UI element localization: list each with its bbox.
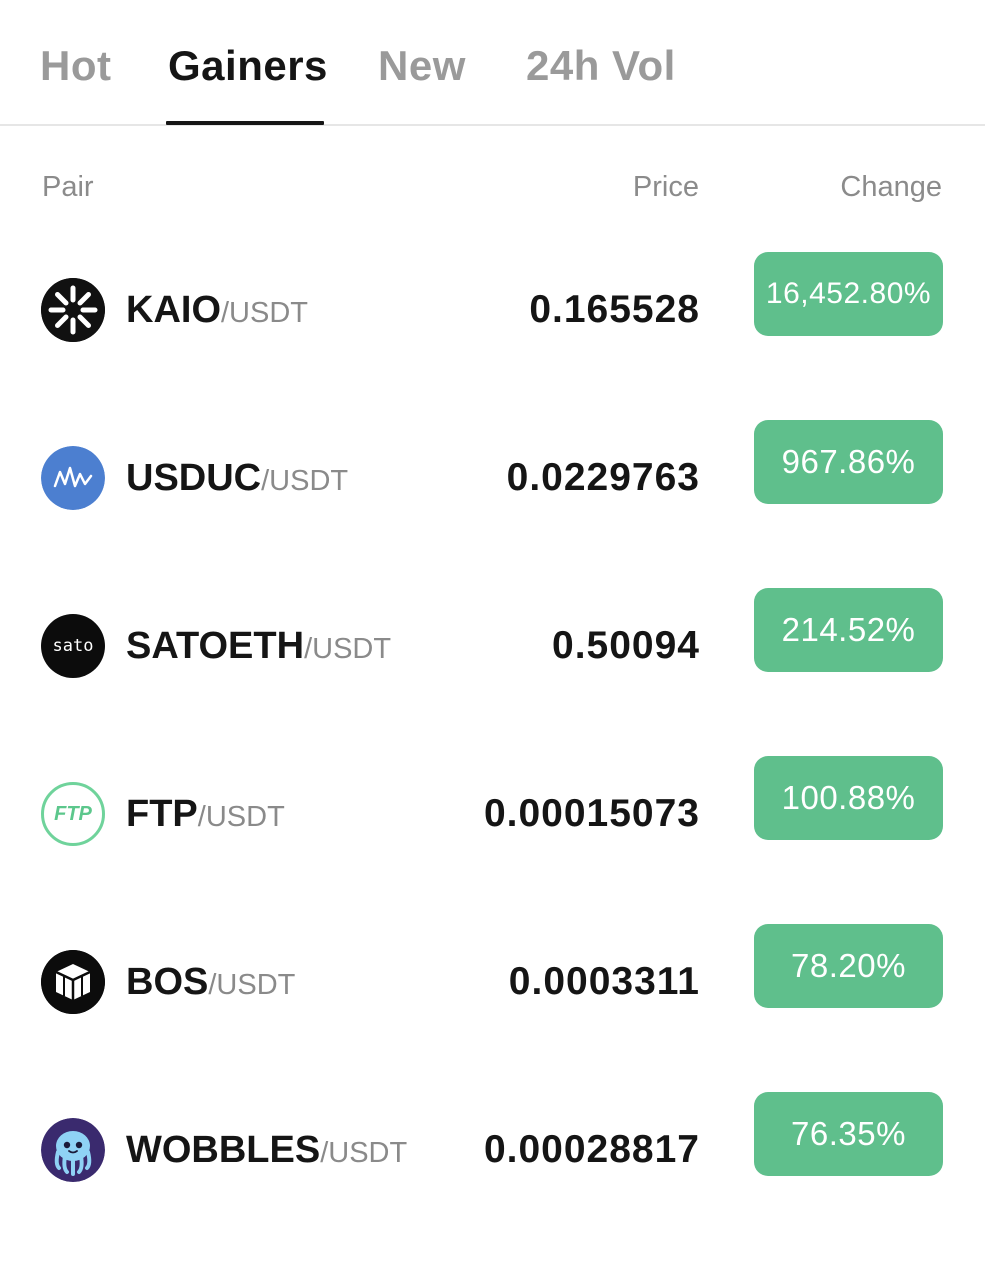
pair-label: USDUC/USDT bbox=[126, 456, 348, 508]
active-tab-indicator bbox=[166, 121, 324, 125]
pair-label: FTP/USDT bbox=[126, 792, 285, 844]
change-badge[interactable]: 78.20% bbox=[754, 924, 943, 1008]
base-asset: SATOETH bbox=[126, 625, 305, 667]
pair-label: SATOETH/USDT bbox=[126, 624, 391, 676]
tab-24h-vol[interactable]: 24h Vol bbox=[526, 42, 676, 90]
quote-asset: /USDT bbox=[261, 465, 349, 497]
base-asset: FTP bbox=[126, 793, 198, 835]
pair-label: BOS/USDT bbox=[126, 960, 295, 1012]
quote-asset: /USDT bbox=[197, 801, 285, 833]
price-value: 0.50094 bbox=[552, 624, 700, 667]
change-badge[interactable]: 16,452.80% bbox=[754, 252, 943, 336]
bos-logo-icon bbox=[41, 950, 105, 1014]
quote-asset: /USDT bbox=[221, 297, 308, 329]
market-row-wobbles[interactable]: WOBBLES/USDT 0.00028817 76.35% bbox=[0, 1092, 985, 1286]
pair-label: KAIO/USDT bbox=[126, 288, 308, 340]
ftp-logo-icon: FTP bbox=[41, 782, 105, 846]
price-value: 0.00028817 bbox=[483, 1128, 700, 1171]
change-badge[interactable]: 100.88% bbox=[754, 756, 943, 840]
base-asset: KAIO bbox=[126, 289, 221, 331]
usduc-logo-icon bbox=[41, 446, 105, 510]
quote-asset: /USDT bbox=[320, 1137, 408, 1169]
tab-new[interactable]: New bbox=[378, 42, 466, 90]
column-header-pair[interactable]: Pair bbox=[42, 170, 94, 204]
price-value: 0.165528 bbox=[529, 288, 700, 331]
pair-label: WOBBLES/USDT bbox=[126, 1128, 407, 1180]
change-badge[interactable]: 76.35% bbox=[754, 1092, 943, 1176]
price-value: 0.0229763 bbox=[506, 456, 700, 499]
market-tabs: Hot Gainers New 24h Vol bbox=[0, 0, 985, 126]
column-header-change[interactable]: Change bbox=[840, 170, 942, 204]
wobbles-logo-icon bbox=[41, 1118, 105, 1182]
base-asset: WOBBLES bbox=[126, 1129, 321, 1171]
price-value: 0.0003311 bbox=[508, 960, 700, 1003]
sato-logo-icon: sato bbox=[41, 614, 105, 678]
quote-asset: /USDT bbox=[208, 969, 296, 1001]
base-asset: BOS bbox=[126, 961, 209, 1003]
base-asset: USDUC bbox=[126, 457, 262, 499]
tab-gainers[interactable]: Gainers bbox=[168, 42, 328, 90]
column-header-price[interactable]: Price bbox=[633, 170, 699, 204]
price-value: 0.00015073 bbox=[483, 792, 700, 835]
tab-hot[interactable]: Hot bbox=[40, 42, 111, 90]
change-badge[interactable]: 967.86% bbox=[754, 420, 943, 504]
change-badge[interactable]: 214.52% bbox=[754, 588, 943, 672]
kaio-logo-icon bbox=[41, 278, 105, 342]
quote-asset: /USDT bbox=[304, 633, 392, 665]
